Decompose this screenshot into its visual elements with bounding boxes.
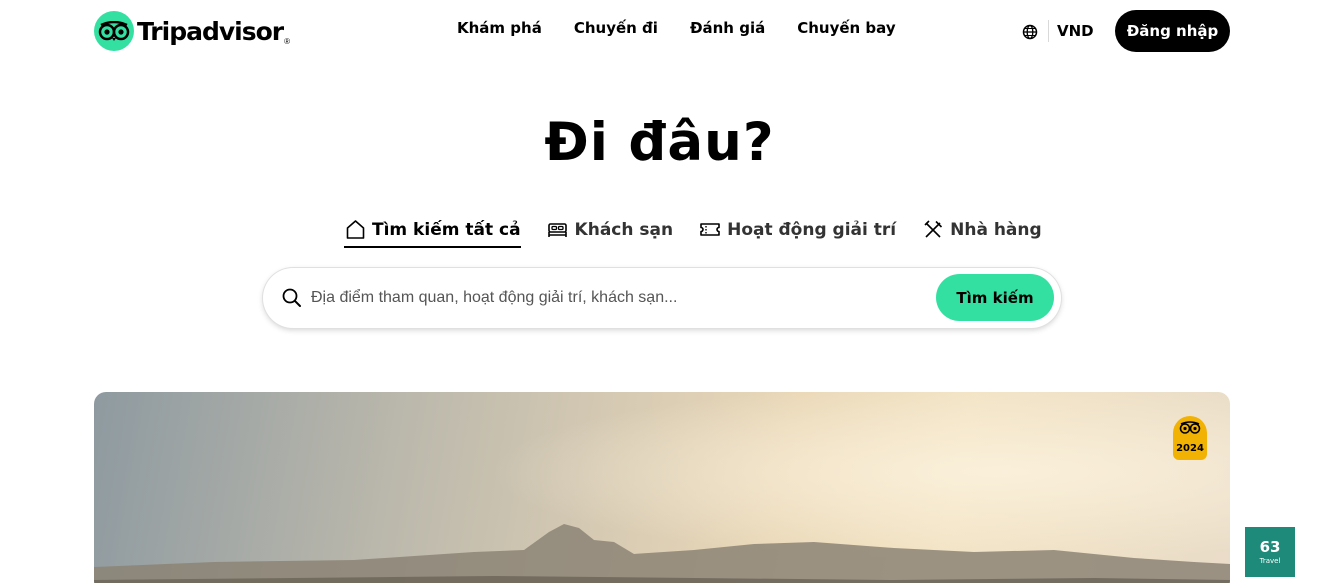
badge-year: 2024 (1176, 443, 1204, 454)
tab-search-all[interactable]: Tìm kiếm tất cả (344, 212, 521, 248)
fork-knife-icon (922, 219, 944, 241)
tab-label: Nhà hàng (950, 219, 1042, 240)
hero-image (94, 392, 1230, 583)
globe-icon[interactable] (1020, 22, 1040, 42)
search-tabs: Tìm kiếm tất cả Khách sạn Hoạt động giải… (344, 212, 1042, 248)
search-input[interactable] (311, 284, 911, 312)
header-divider (1048, 20, 1049, 42)
registered-mark: ® (284, 36, 291, 46)
search-bar: Tìm kiếm (263, 268, 1061, 328)
nav-item-flights[interactable]: Chuyến bay (797, 19, 895, 37)
logo-wordmark: Tripadvisor (137, 16, 284, 46)
tab-label: Hoạt động giải trí (727, 219, 897, 240)
home-icon (344, 219, 366, 241)
bed-icon (547, 219, 569, 241)
mountain-silhouette (94, 392, 1230, 583)
search-icon (281, 287, 303, 309)
floating-travel-widget[interactable]: 63 Travel (1245, 527, 1295, 577)
search-button[interactable]: Tìm kiếm (936, 274, 1054, 321)
page-title: Đi đâu? (544, 112, 775, 173)
tab-label: Khách sạn (574, 219, 674, 240)
ticket-icon (699, 219, 721, 241)
nav-item-explore[interactable]: Khám phá (457, 19, 542, 37)
tab-restaurants[interactable]: Nhà hàng (922, 212, 1042, 247)
tab-activities[interactable]: Hoạt động giải trí (699, 212, 896, 247)
tab-label: Tìm kiếm tất cả (372, 219, 521, 240)
travellers-choice-badge: 2024 (1173, 416, 1207, 460)
owl-logo-icon (94, 11, 134, 51)
login-button[interactable]: Đăng nhập (1115, 10, 1230, 52)
tripadvisor-logo[interactable]: Tripadvisor ® (94, 11, 290, 51)
currency-selector[interactable]: VND (1057, 22, 1094, 40)
widget-label: Travel (1259, 556, 1281, 565)
nav-item-trips[interactable]: Chuyến đi (574, 19, 658, 37)
widget-number: 63 (1259, 537, 1281, 556)
tab-hotels[interactable]: Khách sạn (547, 212, 674, 247)
main-nav: Khám phá Chuyến đi Đánh giá Chuyến bay (457, 19, 896, 37)
site-header: Tripadvisor ® Khám phá Chuyến đi Đánh gi… (0, 0, 1319, 62)
owl-badge-icon (1179, 421, 1201, 440)
nav-item-reviews[interactable]: Đánh giá (690, 19, 765, 37)
